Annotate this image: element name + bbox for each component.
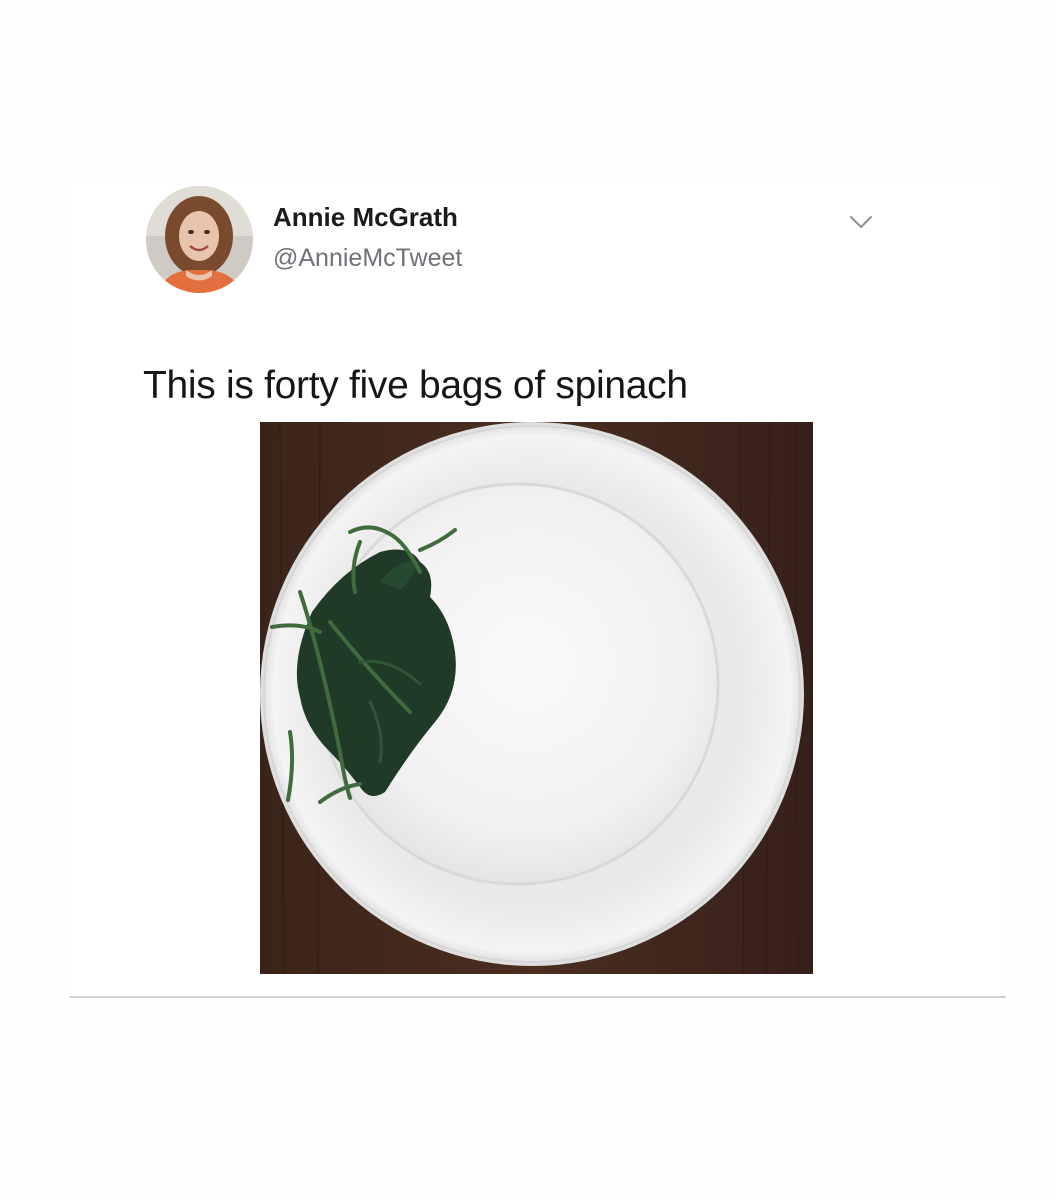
author-display-name[interactable]: Annie McGrath [273, 202, 458, 233]
author-avatar[interactable] [146, 186, 253, 293]
author-handle[interactable]: @AnnieMcTweet [273, 244, 462, 273]
tweet-text: This is forty five bags of spinach [143, 364, 688, 407]
page: Annie McGrath @AnnieMcTweet This is fort… [0, 0, 1056, 1200]
tweet-media-photo[interactable] [260, 422, 813, 974]
divider [70, 996, 1006, 998]
chevron-down-icon[interactable] [847, 212, 875, 232]
tweet-card: Annie McGrath @AnnieMcTweet This is fort… [70, 178, 1006, 998]
photo-plate-spinach-icon [260, 422, 813, 974]
profile-photo-icon [146, 186, 253, 293]
